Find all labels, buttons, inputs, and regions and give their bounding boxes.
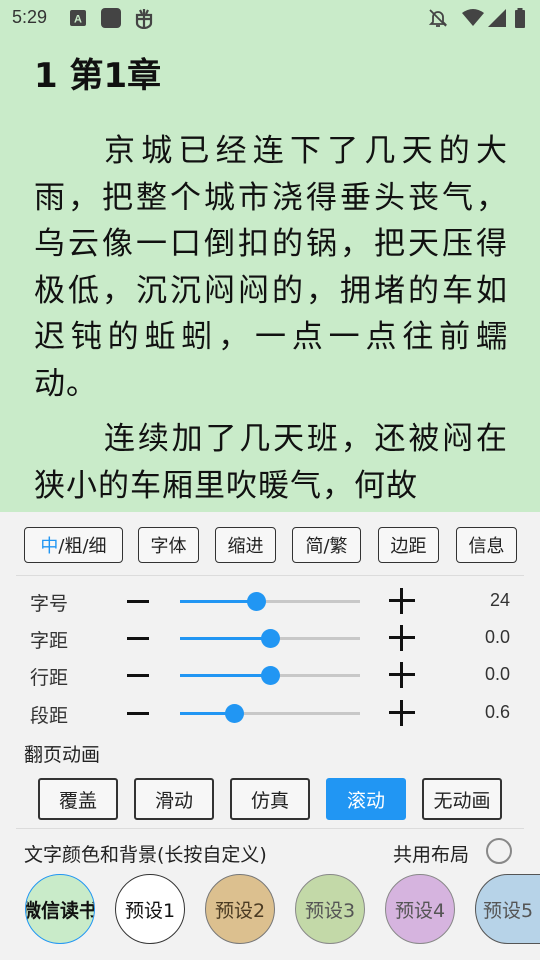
theme-preset-4[interactable]: 预设4: [385, 874, 455, 944]
simplified-traditional-button[interactable]: 简/繁: [292, 527, 361, 563]
plus-icon[interactable]: [389, 588, 415, 614]
preset-label: 预设1: [124, 899, 176, 922]
a-square-icon: A: [70, 10, 86, 26]
page-animation-title: 翻页动画: [24, 744, 101, 766]
plus-icon[interactable]: [389, 662, 415, 688]
indent-button[interactable]: 缩进: [215, 527, 276, 563]
plus-icon[interactable]: [389, 700, 415, 726]
theme-preset-2[interactable]: 预设2: [205, 874, 275, 944]
slider-value: 0.0: [484, 627, 510, 647]
font-button[interactable]: 字体: [138, 527, 199, 563]
minus-icon[interactable]: [127, 637, 149, 640]
svg-text:A: A: [74, 14, 82, 26]
slider-row-line-spacing: 行距 0.0: [0, 657, 540, 693]
slider-thumb[interactable]: [261, 666, 280, 685]
slider-label: 段距: [30, 705, 69, 727]
shared-layout-label: 共用布局: [393, 844, 470, 866]
slider-row-paragraph-spacing: 段距 0.6: [0, 695, 540, 731]
font-weight-selected: 中: [40, 536, 59, 557]
margin-button[interactable]: 边距: [378, 527, 439, 563]
preset-label: 预设5: [483, 899, 534, 922]
slider-label: 行距: [30, 667, 69, 689]
battery-icon: [515, 8, 525, 28]
preset-label: 预设4: [394, 899, 446, 922]
chapter-title: 1 第1章: [34, 56, 162, 96]
color-bg-title: 文字颜色和背景(长按自定义): [24, 844, 267, 866]
paragraph-spacing-slider[interactable]: [180, 704, 360, 723]
theme-preset-5[interactable]: 预设5: [475, 874, 540, 944]
paragraph-2: 连续加了几天班，还被闷在狭小的车厢里吹暖气，何故: [34, 421, 508, 504]
theme-preset-3[interactable]: 预设3: [295, 874, 365, 944]
slider-fill: [180, 674, 270, 677]
preset-label: 预设3: [304, 899, 356, 922]
font-size-slider[interactable]: [180, 592, 360, 611]
slider-thumb[interactable]: [225, 704, 244, 723]
slider-value: 0.0: [484, 664, 510, 684]
minus-icon[interactable]: [127, 674, 149, 677]
minus-icon[interactable]: [127, 712, 149, 715]
slider-label: 字距: [30, 630, 69, 652]
status-bar: 5:29 A: [0, 0, 540, 36]
read-style-panel: 中/粗/细 字体 缩进 简/繁 边距 信息 字号 24 字距 0.0 行距 0.…: [0, 512, 540, 960]
slider-row-font-size: 字号 24: [0, 583, 540, 619]
theme-preset-1[interactable]: 预设1: [115, 874, 185, 944]
theme-preset-wechat[interactable]: 微信读书: [25, 874, 95, 944]
slider-label: 字号: [30, 593, 69, 615]
anim-option-simulation[interactable]: 仿真: [230, 778, 310, 820]
shared-layout-radio[interactable]: [486, 838, 512, 864]
preset-label: 微信读书: [25, 899, 95, 922]
font-weight-button[interactable]: 中/粗/细: [24, 527, 123, 563]
line-spacing-slider[interactable]: [180, 666, 360, 685]
anim-option-none[interactable]: 无动画: [422, 778, 502, 820]
divider: [16, 575, 524, 576]
slider-thumb[interactable]: [246, 592, 266, 611]
reader-content[interactable]: 1 第1章 京城已经连下了几天的大雨，把整个城市浇得垂头丧气，乌云像一口倒扣的锅…: [0, 36, 540, 512]
preset-label: 预设2: [214, 899, 266, 922]
slider-fill: [180, 637, 270, 640]
status-time: 5:29: [12, 7, 48, 27]
info-button[interactable]: 信息: [456, 527, 517, 563]
minus-icon[interactable]: [127, 600, 149, 603]
wifi-icon: [462, 9, 484, 26]
anim-option-scroll[interactable]: 滚动: [326, 778, 406, 820]
slider-thumb[interactable]: [261, 629, 280, 648]
paragraph-1: 京城已经连下了几天的大雨，把整个城市浇得垂头丧气，乌云像一口倒扣的锅，把天压得极…: [34, 133, 508, 402]
anim-option-cover[interactable]: 覆盖: [38, 778, 118, 820]
slider-value: 0.6: [484, 702, 510, 722]
slider-row-letter-spacing: 字距 0.0: [0, 620, 540, 656]
plus-icon[interactable]: [389, 625, 415, 651]
font-weight-options: /粗/细: [58, 536, 107, 557]
divider: [16, 828, 524, 829]
bell-off-icon: [428, 9, 448, 27]
anim-option-slide[interactable]: 滑动: [134, 778, 214, 820]
slider-value: 24: [489, 590, 510, 610]
signal-icon: [488, 9, 506, 27]
app-square-icon: [101, 8, 121, 28]
slider-fill: [180, 600, 256, 603]
letter-spacing-slider[interactable]: [180, 629, 360, 648]
bug-icon: [135, 9, 153, 29]
